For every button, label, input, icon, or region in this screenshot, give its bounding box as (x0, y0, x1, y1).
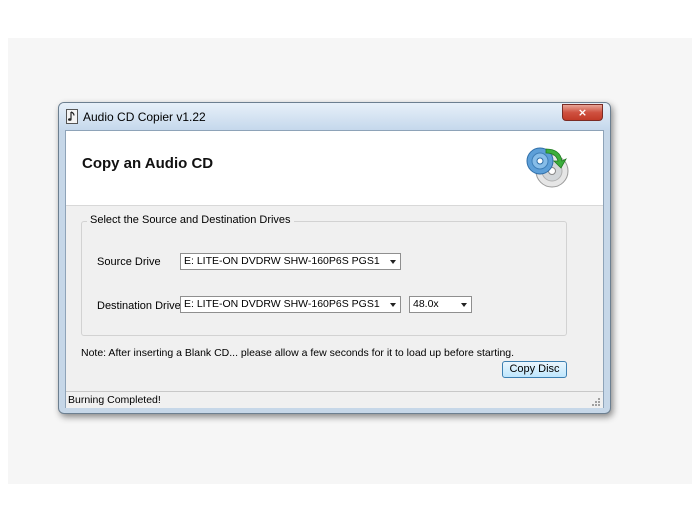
status-text: Burning Completed! (68, 394, 161, 406)
title-bar[interactable]: Audio CD Copier v1.22 × (59, 103, 610, 130)
source-drive-select[interactable]: E: LITE-ON DVDRW SHW-160P6S PGS1 (180, 253, 401, 270)
source-drive-value: E: LITE-ON DVDRW SHW-160P6S PGS1 (184, 255, 380, 267)
copy-disc-button[interactable]: Copy Disc (502, 361, 567, 378)
close-icon: × (577, 106, 588, 119)
chevron-down-icon (461, 303, 467, 307)
close-button[interactable]: × (562, 104, 603, 121)
burn-speed-value: 48.0x (413, 298, 439, 310)
cd-copy-icon (526, 147, 569, 188)
client-area: Copy an Audio CD Select the Source and D… (65, 130, 604, 408)
status-bar: Burning Completed! (66, 391, 603, 408)
destination-drive-label: Destination Drive (97, 300, 181, 312)
window-title: Audio CD Copier v1.22 (83, 110, 206, 124)
page-title: Copy an Audio CD (82, 155, 214, 172)
chevron-down-icon (390, 260, 396, 264)
header-banner: Copy an Audio CD (66, 131, 603, 206)
resize-grip-icon[interactable] (591, 397, 601, 407)
destination-drive-value: E: LITE-ON DVDRW SHW-160P6S PGS1 (184, 298, 380, 310)
drive-selection-group: Select the Source and Destination Drives… (81, 214, 567, 336)
chevron-down-icon (390, 303, 396, 307)
source-drive-label: Source Drive (97, 256, 161, 268)
music-note-icon (66, 109, 78, 124)
destination-drive-select[interactable]: E: LITE-ON DVDRW SHW-160P6S PGS1 (180, 296, 401, 313)
app-window: Audio CD Copier v1.22 × Copy an Audio CD… (58, 102, 611, 414)
group-legend: Select the Source and Destination Drives (87, 214, 294, 226)
info-note: Note: After inserting a Blank CD... plea… (81, 347, 515, 359)
burn-speed-select[interactable]: 48.0x (409, 296, 472, 313)
